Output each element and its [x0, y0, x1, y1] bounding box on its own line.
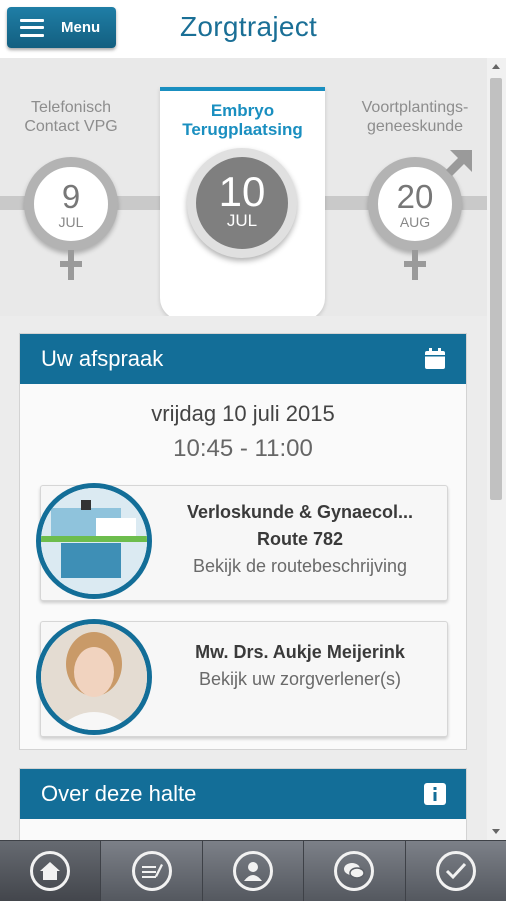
nav-profile[interactable] — [203, 841, 305, 901]
home-icon — [30, 851, 71, 891]
route-link[interactable]: Bekijk de routebeschrijving — [161, 556, 439, 577]
hamburger-icon — [20, 18, 44, 37]
date-day: 9 — [61, 178, 81, 215]
nav-home[interactable] — [0, 841, 102, 901]
scrollbar[interactable] — [487, 58, 506, 840]
info-icon[interactable] — [424, 783, 446, 805]
date-month: AUG — [399, 214, 431, 230]
step-label-line1: Voortplantings- — [361, 99, 469, 116]
route-number: Route 782 — [256, 529, 344, 549]
main-content: Uw afspraak vrijdag 10 juli 2015 10:45 -… — [0, 316, 487, 840]
date-circle: 9 JUL — [24, 157, 118, 251]
panel-title: Uw afspraak — [41, 346, 164, 371]
checkmark-icon — [435, 851, 476, 891]
route-map-thumbnail — [36, 483, 152, 599]
person-icon — [233, 851, 274, 891]
male-icon — [446, 150, 472, 176]
date-month: JUL — [226, 211, 258, 230]
appointment-panel: Uw afspraak vrijdag 10 juli 2015 10:45 -… — [19, 333, 467, 750]
panel-title: Over deze halte — [41, 781, 197, 806]
about-panel-header: Over deze halte — [20, 769, 466, 819]
female-icon — [60, 250, 82, 280]
care-timeline: Telefonisch Contact VPG 9 JUL Embryo Ter… — [0, 58, 487, 316]
chat-icon — [334, 851, 375, 891]
scroll-down-arrow-icon[interactable] — [492, 829, 500, 834]
provider-name: Mw. Drs. Aukje Meijerink — [195, 642, 405, 662]
nav-notes[interactable] — [101, 841, 203, 901]
date-month: JUL — [58, 214, 84, 230]
calendar-icon[interactable] — [424, 348, 446, 370]
date-circle-active: 10 JUL — [187, 148, 297, 258]
nav-chat[interactable] — [304, 841, 406, 901]
route-item[interactable]: Verloskunde & Gynaecol... Route 782 Beki… — [36, 483, 448, 601]
appointment-date: vrijdag 10 juli 2015 — [151, 401, 335, 426]
step-label-line2: Terugplaatsing — [182, 120, 303, 139]
provider-item[interactable]: Mw. Drs. Aukje Meijerink Bekijk uw zorgv… — [36, 619, 448, 737]
scrollbar-thumb[interactable] — [490, 78, 502, 500]
step-label: Telefonisch Contact VPG — [0, 98, 166, 136]
date-day: 10 — [218, 168, 266, 215]
about-panel: Over deze halte — [19, 768, 467, 840]
step-label-line1: Embryo — [210, 101, 275, 120]
scroll-up-arrow-icon[interactable] — [492, 64, 500, 69]
nav-checklist[interactable] — [406, 841, 506, 901]
route-department: Verloskunde & Gynaecol... — [186, 502, 414, 522]
provider-avatar — [36, 619, 152, 735]
map-icon — [41, 488, 147, 594]
step-label: Voortplantings- geneeskunde — [320, 98, 487, 136]
page-title: Zorgtraject — [180, 11, 318, 42]
female-icon — [404, 250, 426, 280]
appointment-time: 10:45 - 11:00 — [173, 435, 313, 462]
menu-button[interactable]: Menu — [7, 7, 116, 48]
step-label-text: Telefonisch Contact VPG — [24, 99, 118, 135]
appointment-panel-header: Uw afspraak — [20, 334, 466, 384]
edit-note-icon — [131, 851, 172, 891]
date-day: 20 — [396, 178, 434, 215]
step-label-line2: geneeskunde — [366, 118, 464, 135]
app-header: Menu Zorgtraject — [0, 0, 506, 59]
provider-link[interactable]: Bekijk uw zorgverlener(s) — [161, 669, 439, 690]
person-photo — [41, 624, 147, 730]
bottom-navigation — [0, 840, 506, 901]
menu-button-label: Menu — [61, 19, 101, 36]
